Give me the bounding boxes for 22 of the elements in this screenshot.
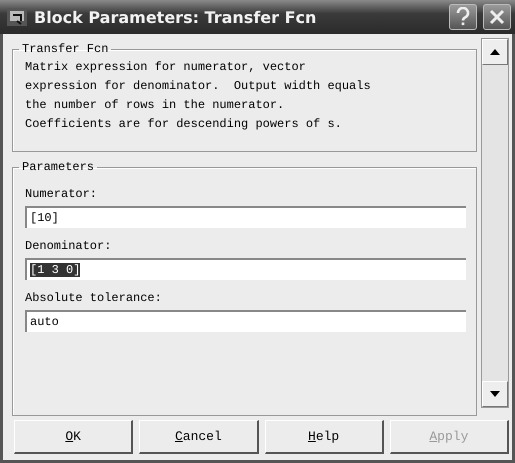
field-label: Denominator: [25, 238, 112, 254]
scroll-up-button[interactable] [482, 39, 508, 65]
window-title: Block Parameters: Transfer Fcn [34, 8, 318, 26]
question-mark-icon [454, 7, 472, 27]
scrollbar[interactable] [481, 38, 509, 408]
input-field[interactable]: [10] [25, 206, 466, 228]
dialog-button[interactable]: Cancel [139, 420, 258, 454]
close-button[interactable] [483, 4, 511, 30]
close-icon [488, 8, 506, 26]
dialog-button[interactable]: OK [14, 420, 134, 454]
input-field[interactable]: [1 3 0] [25, 258, 466, 280]
up-arrow-icon [490, 49, 500, 55]
scroll-down-button[interactable] [482, 381, 508, 407]
field-label: Numerator: [25, 186, 98, 202]
help-button[interactable] [449, 4, 477, 30]
dialog-button[interactable]: Help [264, 420, 384, 454]
field-label: Absolute tolerance: [25, 290, 163, 306]
group-title: Parameters [21, 160, 96, 174]
input-field[interactable]: auto [25, 310, 466, 332]
down-arrow-icon [490, 391, 500, 397]
description-text: Matrix expression for numerator, vector expression for denominator. Output width equals the number of rows in the numerator. Coefficients are for descending powers of s. [25, 59, 372, 133]
group-title: Transfer Fcn [21, 42, 110, 56]
